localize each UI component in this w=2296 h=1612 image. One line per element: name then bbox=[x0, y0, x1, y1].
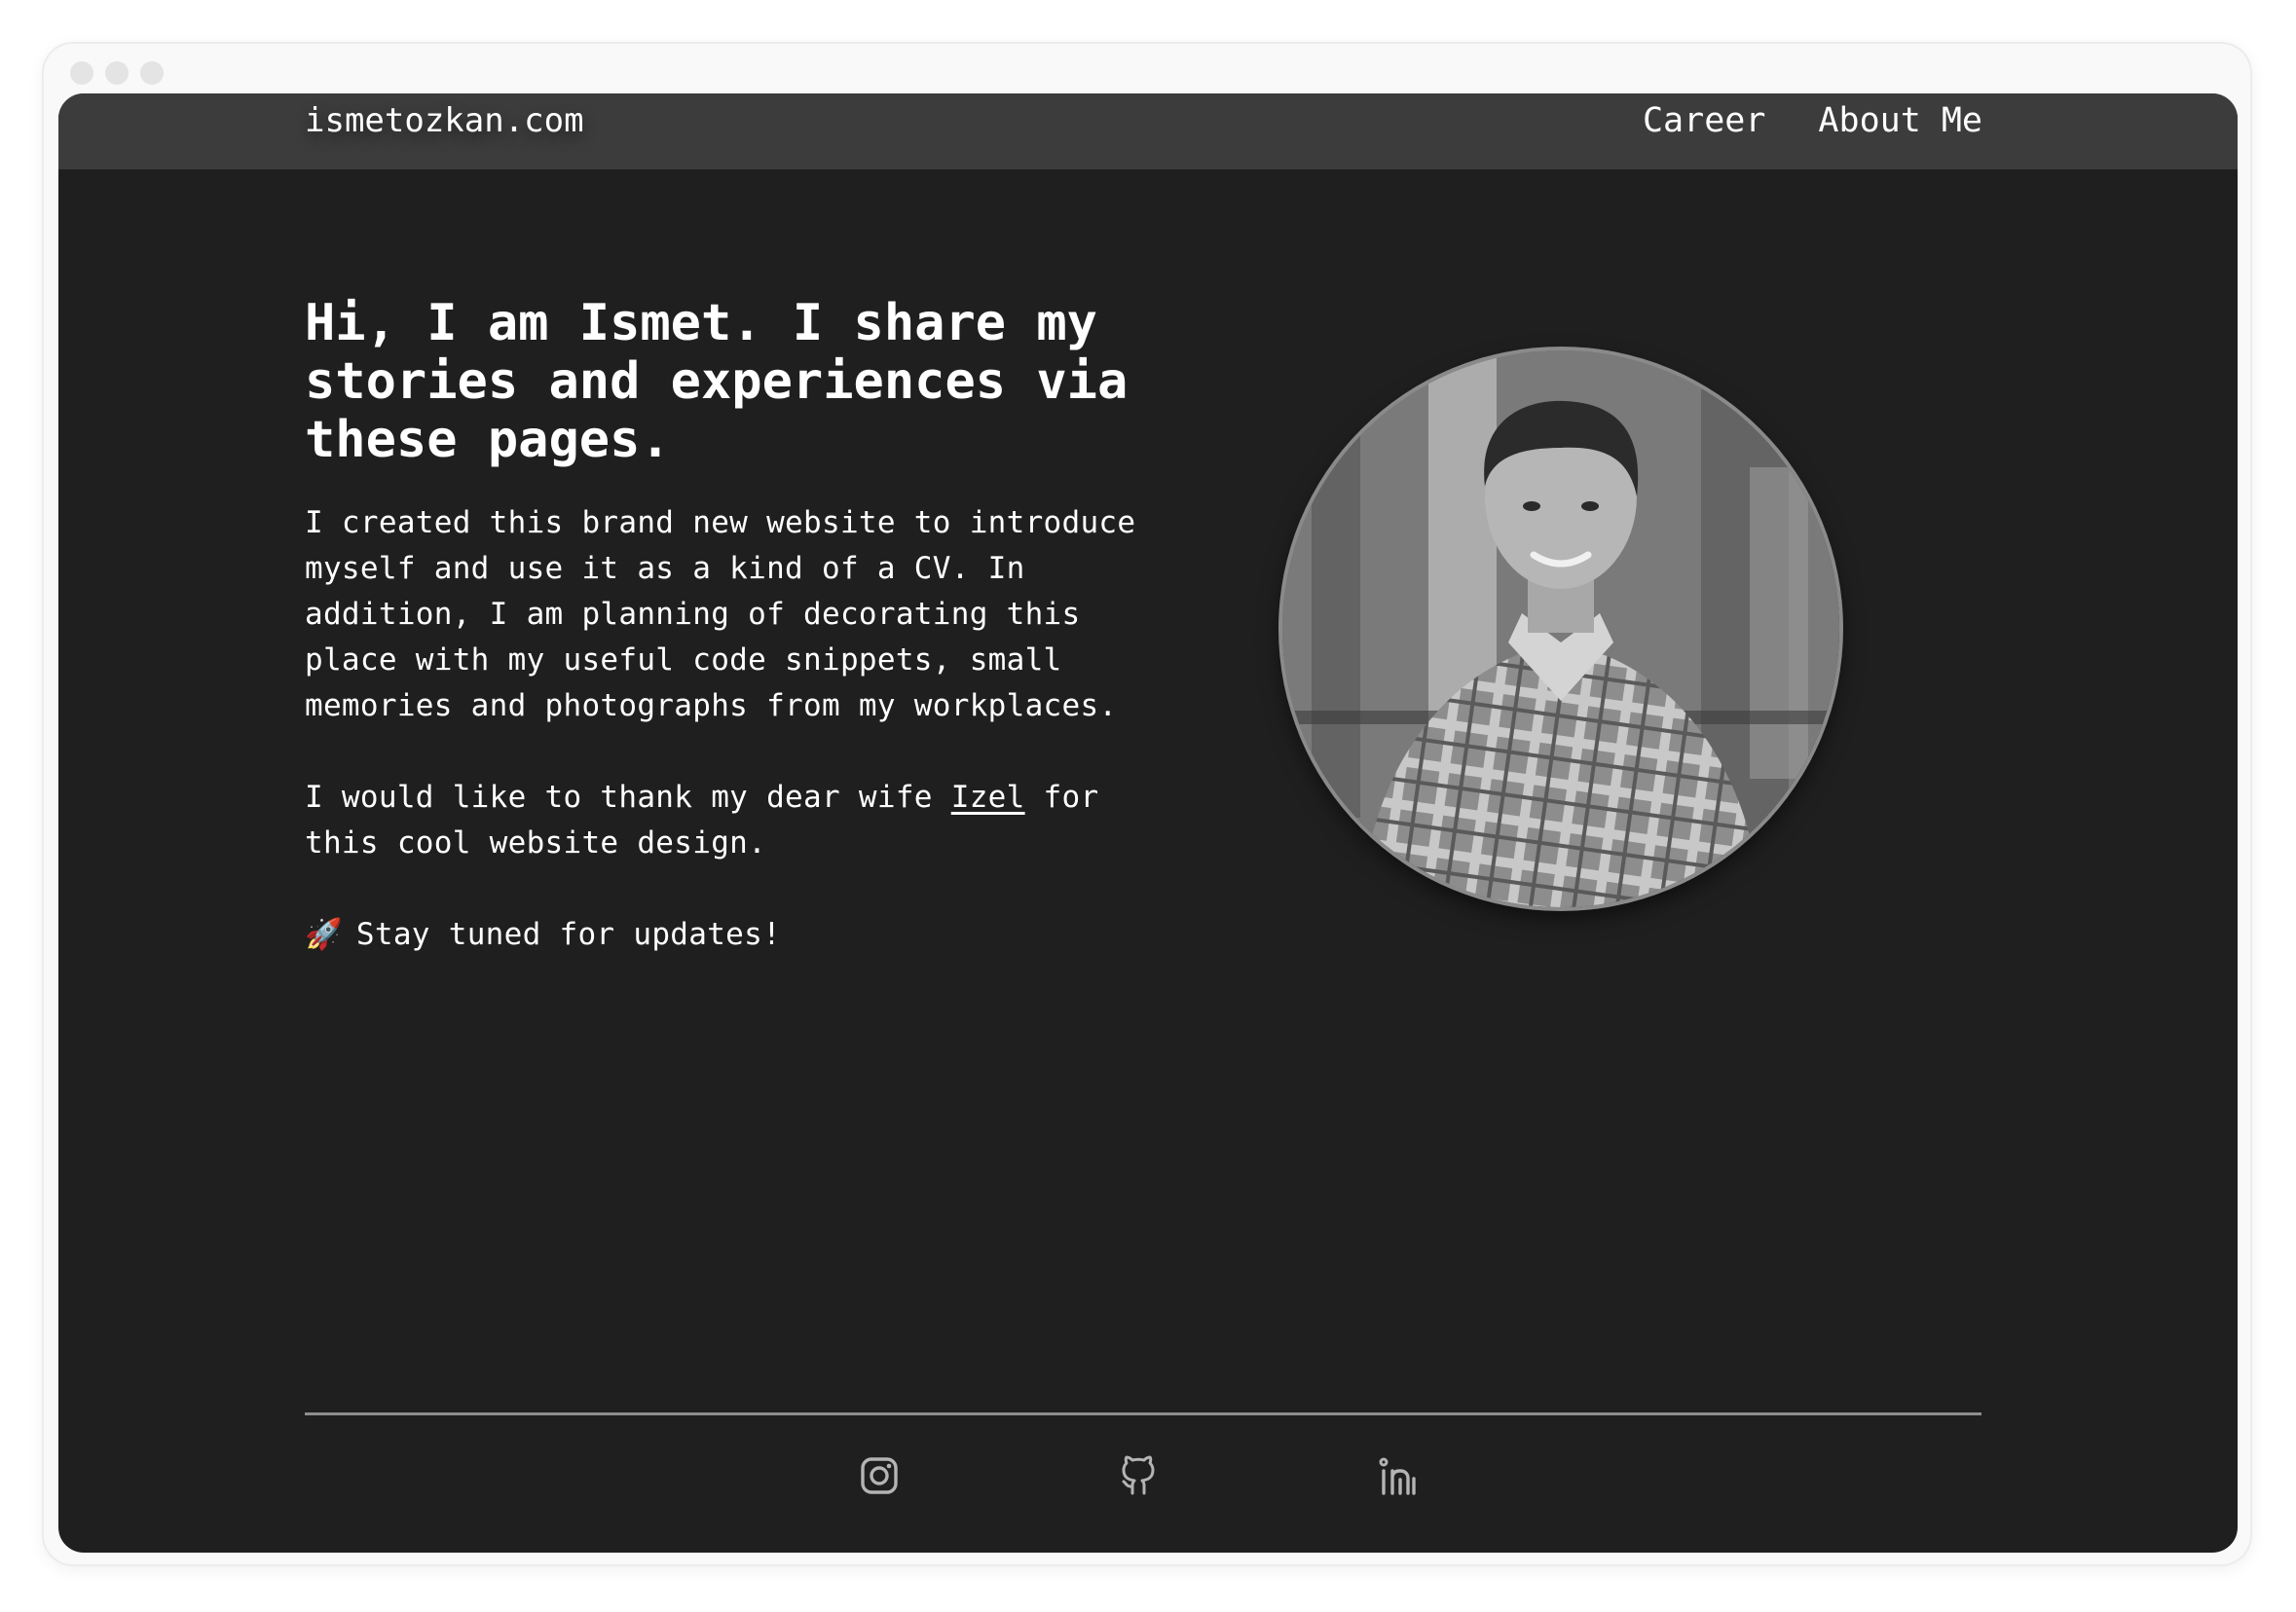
github-icon[interactable] bbox=[1117, 1454, 1160, 1497]
izel-link[interactable]: Izel bbox=[951, 780, 1025, 815]
top-navigation-bar: ismetozkan.com Career About Me bbox=[58, 93, 2238, 169]
thanks-paragraph: I would like to thank my dear wife Izel … bbox=[305, 775, 1162, 866]
nav-link-career[interactable]: Career bbox=[1643, 93, 1765, 148]
intro-text: I created this brand new website to intr… bbox=[305, 500, 1162, 1004]
instagram-glyph bbox=[861, 1457, 898, 1494]
site-logo-link[interactable]: ismetozkan.com bbox=[305, 93, 584, 148]
person-photo-icon bbox=[1282, 350, 1839, 907]
page-title: Hi, I am Ismet. I share my stories and e… bbox=[305, 294, 1129, 469]
close-dot-icon[interactable] bbox=[70, 61, 93, 85]
main-nav: Career About Me bbox=[1643, 93, 1982, 148]
linkedin-icon[interactable] bbox=[1376, 1454, 1419, 1497]
instagram-icon[interactable] bbox=[858, 1454, 901, 1497]
footer-divider bbox=[305, 1412, 1981, 1415]
rocket-icon: 🚀 bbox=[305, 917, 343, 952]
profile-photo bbox=[1282, 350, 1839, 907]
stay-tuned-line: 🚀 Stay tuned for updates! bbox=[305, 912, 1162, 958]
maximize-dot-icon[interactable] bbox=[140, 61, 164, 85]
page-viewport: ismetozkan.com Career About Me Hi, I am … bbox=[58, 93, 2238, 1553]
window-controls bbox=[70, 61, 164, 85]
thanks-text-start: I would like to thank my dear wife bbox=[305, 780, 951, 815]
stay-tuned-text: Stay tuned for updates! bbox=[355, 917, 782, 952]
nav-link-about-me[interactable]: About Me bbox=[1818, 93, 1982, 148]
github-glyph bbox=[1122, 1455, 1155, 1495]
linkedin-glyph bbox=[1379, 1457, 1416, 1495]
intro-paragraph: I created this brand new website to intr… bbox=[305, 505, 1136, 723]
minimize-dot-icon[interactable] bbox=[105, 61, 129, 85]
